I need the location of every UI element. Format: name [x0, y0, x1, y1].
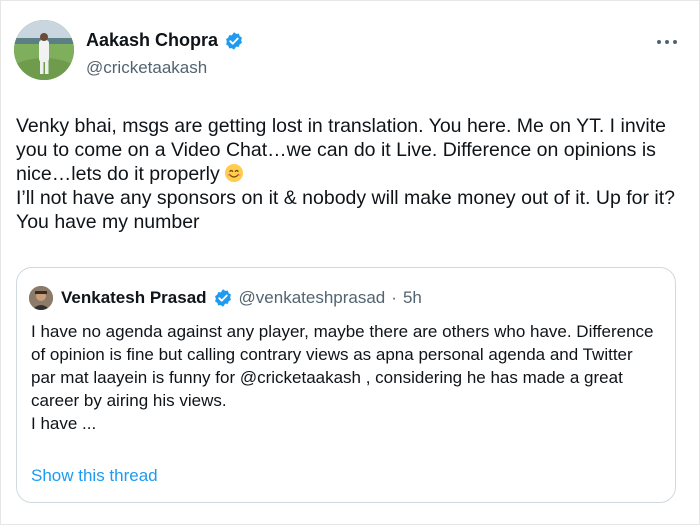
quoted-author-name[interactable]: Venkatesh Prasad [61, 288, 207, 308]
author-name-row: Aakash Chopra [86, 30, 244, 51]
more-horizontal-icon[interactable] [656, 28, 678, 51]
show-thread-link[interactable]: Show this thread [31, 466, 158, 486]
tweet-text-part1: Venky bhai, msgs are getting lost in tra… [16, 115, 667, 185]
quoted-tweet-text: I have no agenda against any player, may… [31, 322, 654, 433]
author-handle[interactable]: @cricketaakash [86, 58, 207, 78]
author-avatar[interactable] [14, 20, 74, 80]
quoted-verified-badge-icon [213, 288, 233, 308]
quoted-author-avatar[interactable] [29, 286, 53, 310]
quoted-timestamp[interactable]: 5h [403, 288, 422, 308]
tweet-text: Venky bhai, msgs are getting lost in tra… [16, 114, 684, 234]
tweet-text-part2: I’ll not have any sponsors on it & nobod… [16, 187, 676, 233]
quoted-header: Venkatesh Prasad @venkateshprasad · 5h [61, 288, 422, 308]
quoted-tweet[interactable]: Venkatesh Prasad @venkateshprasad · 5h I… [16, 267, 676, 503]
author-name[interactable]: Aakash Chopra [86, 30, 218, 51]
quoted-separator: · [391, 288, 397, 307]
tweet-card: Aakash Chopra @cricketaakash Venky bhai,… [0, 0, 700, 525]
quoted-author-handle[interactable]: @venkateshprasad [239, 288, 386, 308]
verified-badge-icon [224, 31, 244, 51]
smiling-face-emoji-icon [224, 163, 244, 183]
